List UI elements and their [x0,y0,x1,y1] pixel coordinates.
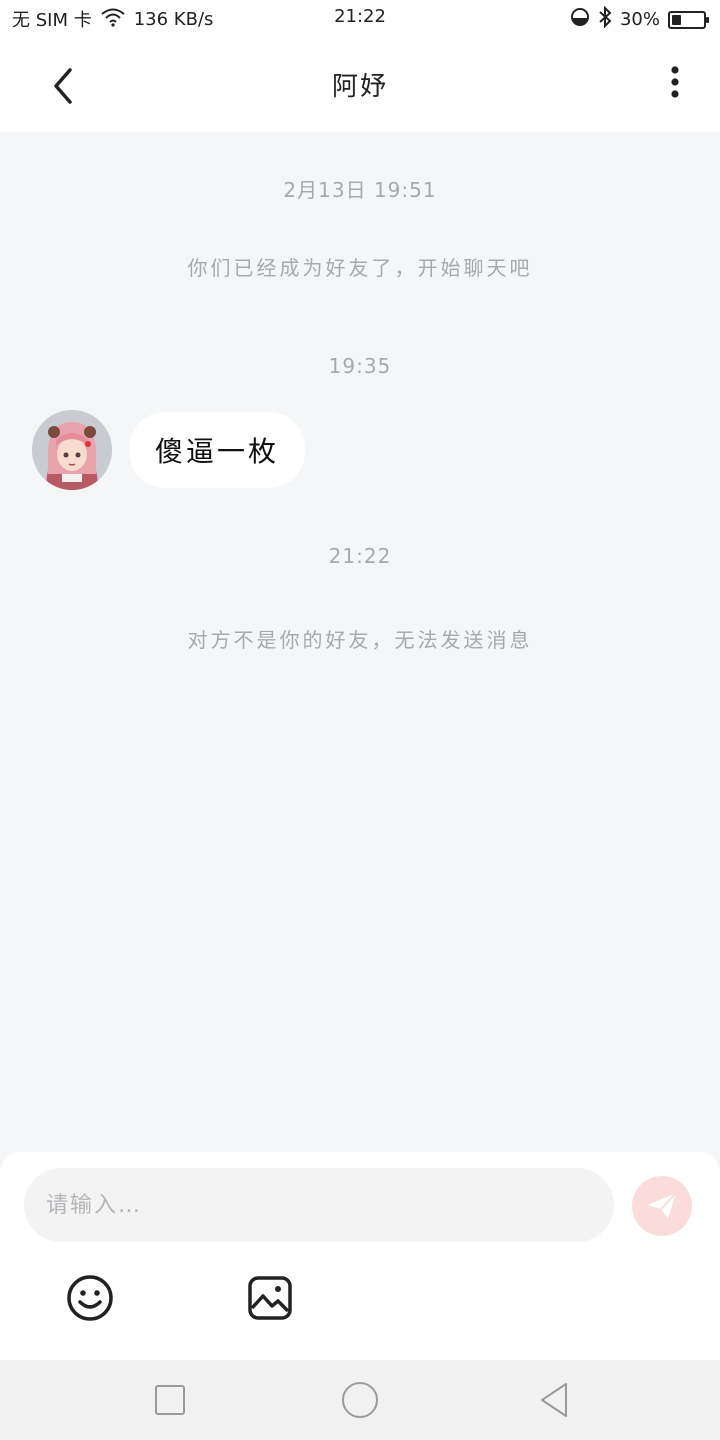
battery-icon [668,10,709,29]
recent-apps-button[interactable] [150,1380,190,1420]
do-not-disturb-icon [570,7,590,32]
more-vertical-icon [671,66,679,98]
system-message: 对方不是你的好友，无法发送消息 [187,628,533,652]
status-bar: 无 SIM 卡 136 KB/s 21:22 30% [0,0,720,36]
timestamp: 19:35 [328,354,392,378]
timestamp: 2月13日 19:51 [283,178,437,202]
message-list[interactable]: 2月13日 19:51 你们已经成为好友了，开始聊天吧 19:35 傻逼一枚 2… [0,132,720,1152]
avatar[interactable] [32,410,112,490]
avatar-image [32,410,112,490]
message-text: 傻逼一枚 [155,435,280,468]
triangle-back-icon [541,1383,567,1417]
emoji-button[interactable] [66,1274,114,1322]
emoji-icon [67,1275,113,1321]
timestamp: 21:22 [328,544,392,568]
image-icon [248,1276,292,1320]
battery-percent: 30% [619,9,660,30]
status-right: 30% [570,5,709,33]
battery-fill [672,14,681,25]
home-button[interactable] [340,1380,380,1420]
chat-header: 阿妤 [0,36,720,132]
message-row: 傻逼一枚 [32,410,306,490]
bluetooth-icon [598,5,612,33]
send-icon [648,1192,677,1219]
square-icon [155,1385,185,1415]
nav-back-button[interactable] [534,1380,574,1420]
chat-screen: 无 SIM 卡 136 KB/s 21:22 30% 阿妤 2月13日 19:5… [0,0,720,1440]
message-bubble[interactable]: 傻逼一枚 [129,412,306,488]
message-input[interactable] [24,1168,614,1242]
composer [0,1152,720,1360]
more-options-button[interactable] [660,64,690,104]
send-button[interactable] [632,1176,692,1236]
chat-title: 阿妤 [331,72,388,102]
circle-icon [342,1382,378,1418]
image-button[interactable] [246,1274,294,1322]
system-message: 你们已经成为好友了，开始聊天吧 [187,256,533,280]
system-navbar [0,1360,720,1440]
